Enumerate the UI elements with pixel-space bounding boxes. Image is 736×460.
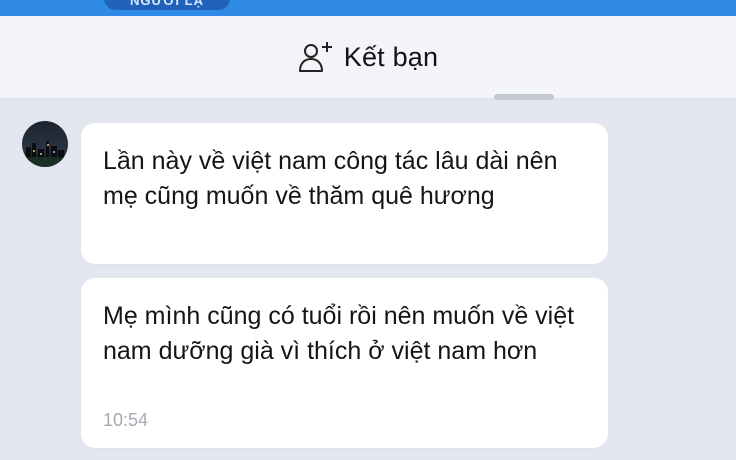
stranger-badge: NGƯỜI LẠ: [104, 0, 230, 10]
add-friend-icon: [298, 40, 334, 74]
scroll-indicator: [494, 94, 554, 100]
message-timestamp: 10:54: [103, 410, 149, 430]
header-strip: NGƯỜI LẠ: [0, 0, 736, 16]
message-text: Mẹ mình cũng có tuổi rồi nên muốn về việ…: [103, 302, 575, 365]
avatar[interactable]: [22, 121, 68, 167]
message-bubble[interactable]: Mẹ mình cũng có tuổi rồi nên muốn về việ…: [81, 278, 608, 448]
add-friend-label: Kết bạn: [343, 41, 439, 72]
message-bubble[interactable]: Lần này về việt nam công tác lâu dài nên…: [81, 123, 608, 264]
friend-request-bar: Kết bạn: [0, 16, 736, 98]
message-text: Lần này về việt nam công tác lâu dài nên…: [103, 147, 558, 210]
add-friend-button[interactable]: Kết bạn: [288, 34, 448, 80]
